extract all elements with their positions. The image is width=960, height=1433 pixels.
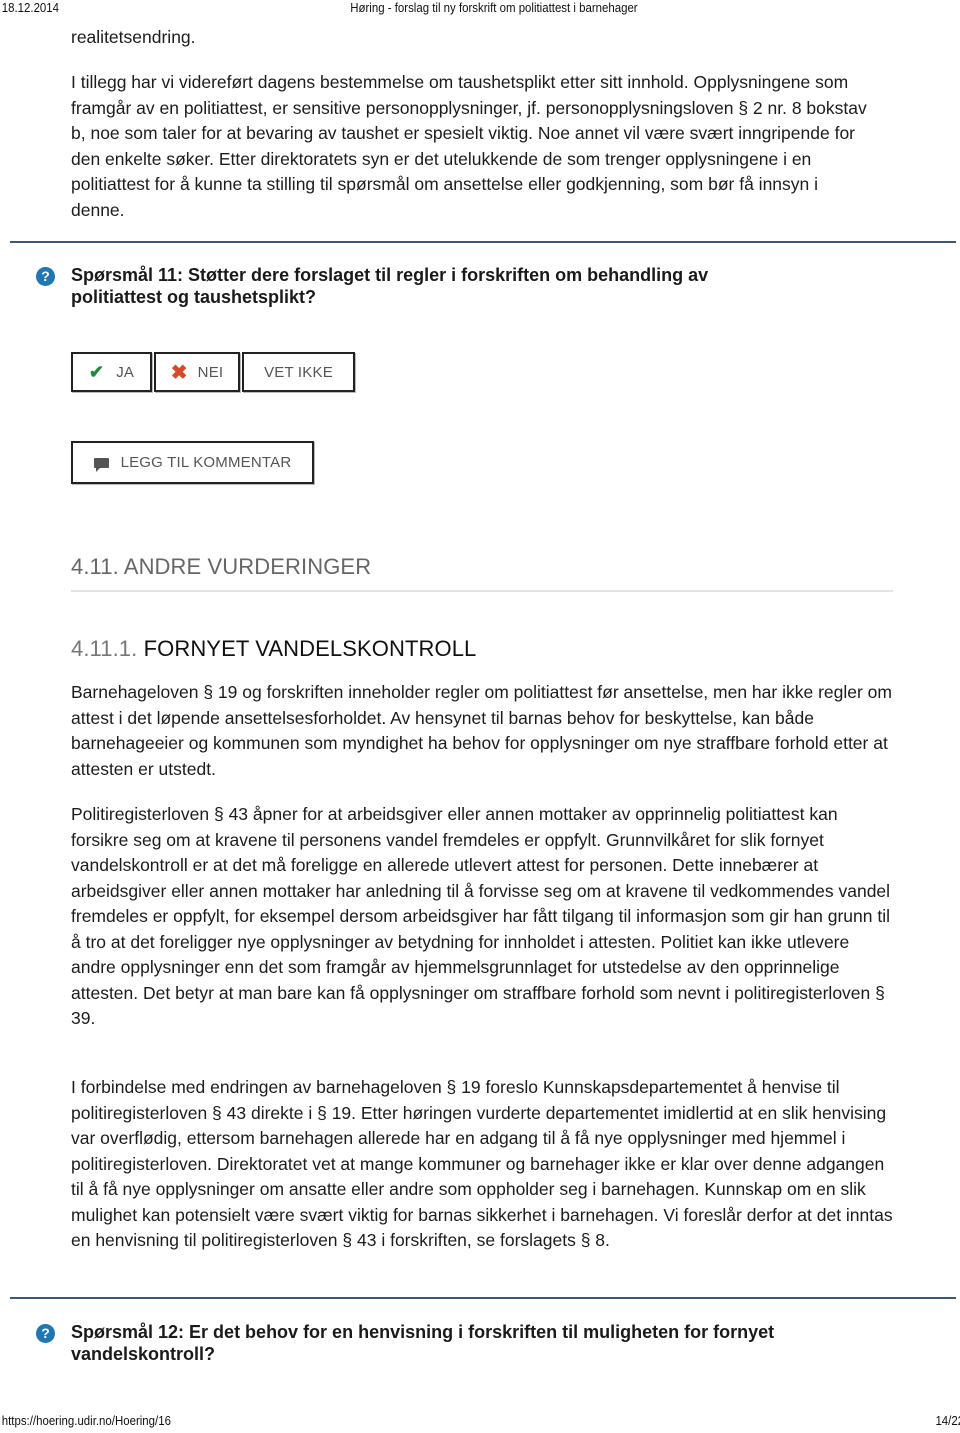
question-11: ? Spørsmål 11: Støtter dere forslaget ti… <box>36 264 896 308</box>
answer-unknown-label: VET IKKE <box>264 363 333 381</box>
answer-unknown-button[interactable]: VET IKKE <box>242 352 355 392</box>
question-11-text: Spørsmål 11: Støtter dere forslaget til … <box>71 265 709 307</box>
question-divider <box>10 1297 956 1299</box>
subsection-title: FORNYET VANDELSKONTROLL <box>143 636 477 661</box>
subsection-heading: 4.11.1. FORNYET VANDELSKONTROLL <box>71 636 476 662</box>
add-comment-button[interactable]: LEGG TIL KOMMENTAR <box>71 441 314 484</box>
paragraph-intro-tail: realitetsendring. <box>71 27 196 47</box>
paragraph: Barnehageloven § 19 og forskriften inneh… <box>71 682 892 779</box>
comment-icon <box>93 457 109 472</box>
question-icon: ? <box>36 267 55 286</box>
check-icon: ✔ <box>88 361 105 382</box>
answer-no-label: NEI <box>197 363 224 381</box>
paragraph: I forbindelse med endringen av barnehage… <box>71 1077 893 1250</box>
paragraph-taushet: I tillegg har vi videreført dagens beste… <box>71 72 867 220</box>
question-icon: ? <box>36 1324 55 1343</box>
subsection-number: 4.11.1. <box>71 636 138 661</box>
question-12: ? Spørsmål 12: Er det behov for en henvi… <box>36 1321 896 1365</box>
question-12-text: Spørsmål 12: Er det behov for en henvisn… <box>71 1322 775 1364</box>
answer-button-group: ✔ JA ✖ NEI VET IKKE <box>71 352 355 392</box>
section-heading: 4.11. ANDRE VURDERINGER <box>71 554 372 579</box>
x-icon: ✖ <box>170 361 188 384</box>
print-date: 18.12.2014 <box>1 0 60 15</box>
answer-yes-button[interactable]: ✔ JA <box>71 352 152 392</box>
section-divider <box>71 590 893 592</box>
page-number: 14/22 <box>935 1413 960 1428</box>
print-footer: https://hoering.udir.no/Hoering/16 14/22 <box>0 1413 960 1429</box>
answer-no-button[interactable]: ✖ NEI <box>154 352 240 392</box>
answer-yes-label: JA <box>116 363 135 381</box>
print-header: 18.12.2014 Høring - forslag til ny forsk… <box>0 0 845 16</box>
question-divider <box>10 241 956 243</box>
print-url: https://hoering.udir.no/Hoering/16 <box>1 1413 171 1428</box>
print-title: Høring - forslag til ny forskrift om pol… <box>350 0 638 15</box>
add-comment-label: LEGG TIL KOMMENTAR <box>120 454 292 471</box>
paragraph: Politiregisterloven § 43 åpner for at ar… <box>71 804 891 1028</box>
